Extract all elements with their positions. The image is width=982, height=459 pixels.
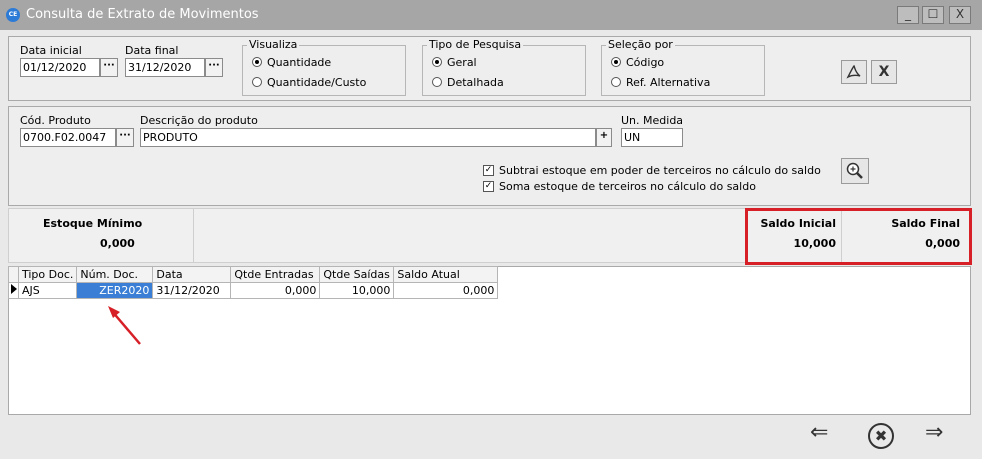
maximize-button[interactable]: ☐ bbox=[922, 6, 944, 24]
excel-export-button[interactable]: X bbox=[871, 60, 897, 84]
close-window-button[interactable]: X bbox=[949, 6, 971, 24]
cell-data[interactable]: 31/12/2020 bbox=[152, 282, 232, 299]
data-final-picker-button[interactable]: ··· bbox=[205, 58, 223, 77]
selecao-ref-radio[interactable] bbox=[611, 77, 621, 87]
visualiza-custo-label[interactable]: Quantidade/Custo bbox=[267, 76, 366, 89]
subtrai-terceiros-checkbox[interactable]: ✓ bbox=[483, 165, 494, 176]
descricao-expand-button[interactable]: + bbox=[596, 128, 612, 147]
data-final-label: Data final bbox=[125, 44, 179, 57]
minimize-button[interactable]: _ bbox=[897, 6, 919, 24]
unidade-input[interactable]: UN bbox=[621, 128, 683, 147]
descricao-input[interactable]: PRODUTO bbox=[140, 128, 596, 147]
estoque-minimo-label: Estoque Mínimo bbox=[43, 217, 143, 230]
cell-qtde-saidas[interactable]: 10,000 bbox=[319, 282, 395, 299]
magnifier-icon bbox=[846, 162, 863, 179]
pdf-icon bbox=[846, 64, 861, 79]
data-inicial-label: Data inicial bbox=[20, 44, 82, 57]
table-header-row: Tipo Doc. Núm. Doc. Data Qtde Entradas Q… bbox=[8, 266, 499, 283]
tipo-geral-radio[interactable] bbox=[432, 57, 442, 67]
data-inicial-picker-button[interactable]: ··· bbox=[100, 58, 118, 77]
annotation-arrow bbox=[108, 306, 141, 345]
col-data[interactable]: Data bbox=[152, 266, 232, 283]
col-qtde-entradas[interactable]: Qtde Entradas bbox=[230, 266, 321, 283]
next-arrow-icon[interactable]: ⇒ bbox=[925, 420, 943, 445]
visualiza-quantidade-label[interactable]: Quantidade bbox=[267, 56, 331, 69]
data-inicial-input[interactable]: 01/12/2020 bbox=[20, 58, 100, 77]
col-saldo-atual[interactable]: Saldo Atual bbox=[393, 266, 499, 283]
cell-qtde-entradas[interactable]: 0,000 bbox=[230, 282, 321, 299]
selecao-ref-label[interactable]: Ref. Alternativa bbox=[626, 76, 710, 89]
cancel-icon[interactable]: ✖ bbox=[868, 423, 894, 449]
selecao-por-title: Seleção por bbox=[606, 38, 675, 51]
tipo-pesquisa-title: Tipo de Pesquisa bbox=[427, 38, 524, 51]
codigo-produto-label: Cód. Produto bbox=[20, 114, 91, 127]
subtrai-terceiros-label[interactable]: Subtrai estoque em poder de terceiros no… bbox=[499, 164, 821, 177]
cell-tipo-doc[interactable]: AJS bbox=[17, 282, 78, 299]
app-icon: CE bbox=[6, 8, 20, 22]
row-pointer-icon bbox=[8, 282, 19, 299]
row-indicator-header bbox=[8, 266, 19, 283]
selecao-codigo-radio[interactable] bbox=[611, 57, 621, 67]
soma-terceiros-checkbox[interactable]: ✓ bbox=[483, 181, 494, 192]
data-final-input[interactable]: 31/12/2020 bbox=[125, 58, 205, 77]
descricao-label: Descrição do produto bbox=[140, 114, 258, 127]
cell-num-doc[interactable]: ZER2020 bbox=[76, 282, 154, 299]
col-tipo-doc[interactable]: Tipo Doc. bbox=[17, 266, 78, 283]
table-row[interactable]: AJS ZER2020 31/12/2020 0,000 10,000 0,00… bbox=[8, 282, 499, 299]
tipo-detalhada-radio[interactable] bbox=[432, 77, 442, 87]
col-qtde-saidas[interactable]: Qtde Saídas bbox=[319, 266, 395, 283]
movements-table: Tipo Doc. Núm. Doc. Data Qtde Entradas Q… bbox=[8, 266, 499, 299]
codigo-produto-input[interactable]: 0700.F02.0047 bbox=[20, 128, 116, 147]
window-title: Consulta de Extrato de Movimentos bbox=[26, 7, 259, 22]
visualiza-quantidade-radio[interactable] bbox=[252, 57, 262, 67]
saldo-annotation-box bbox=[745, 208, 972, 265]
col-num-doc[interactable]: Núm. Doc. bbox=[76, 266, 154, 283]
cell-saldo-atual[interactable]: 0,000 bbox=[393, 282, 499, 299]
tipo-geral-label[interactable]: Geral bbox=[447, 56, 477, 69]
search-button[interactable] bbox=[841, 158, 869, 184]
codigo-produto-lookup-button[interactable]: ··· bbox=[116, 128, 134, 147]
visualiza-title: Visualiza bbox=[247, 38, 300, 51]
visualiza-custo-radio[interactable] bbox=[252, 77, 262, 87]
unidade-label: Un. Medida bbox=[621, 114, 684, 127]
tipo-detalhada-label[interactable]: Detalhada bbox=[447, 76, 504, 89]
excel-x-icon: X bbox=[878, 64, 890, 80]
estoque-minimo-value: 0,000 bbox=[100, 237, 135, 250]
soma-terceiros-label[interactable]: Soma estoque de terceiros no cálculo do … bbox=[499, 180, 756, 193]
pdf-export-button[interactable] bbox=[841, 60, 867, 84]
prev-arrow-icon[interactable]: ⇐ bbox=[810, 420, 828, 445]
selecao-codigo-label[interactable]: Código bbox=[626, 56, 664, 69]
